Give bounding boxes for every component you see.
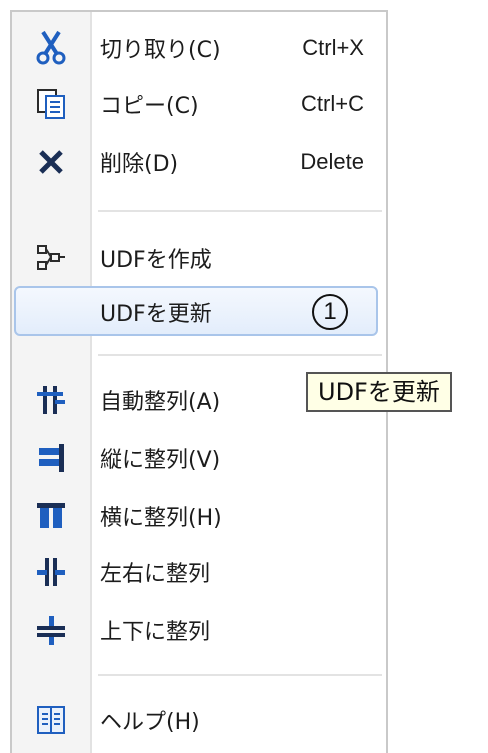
menu-item-label: UDFを作成	[100, 248, 212, 273]
menu-item-label: 横に整列(H)	[100, 506, 222, 531]
menu-item-label: 上下に整列	[100, 620, 211, 645]
menu-item-label: 縦に整列(V)	[100, 448, 221, 473]
menu-item-help[interactable]: ヘルプ(H)	[12, 692, 386, 748]
menu-separator	[98, 354, 382, 356]
menu-item-label: 左右に整列	[100, 562, 211, 587]
copy-icon	[32, 85, 70, 123]
align-horizontal-icon	[32, 497, 70, 535]
menu-item-align-horizontal[interactable]: 横に整列(H)	[12, 488, 386, 544]
delete-x-icon	[32, 143, 70, 181]
tooltip: UDFを更新	[306, 372, 452, 412]
auto-align-icon	[32, 381, 70, 419]
menu-item-udf-create[interactable]: UDFを作成	[12, 230, 386, 286]
menu-item-delete[interactable]: 削除(D) Delete	[12, 134, 386, 190]
scissors-icon	[32, 29, 70, 67]
menu-item-label: コピー(C)	[100, 94, 199, 119]
menu-item-label: 削除(D)	[100, 152, 179, 177]
align-top-bottom-icon	[32, 611, 70, 649]
udf-create-icon	[32, 239, 70, 277]
menu-separator	[98, 210, 382, 212]
menu-item-udf-update[interactable]: UDFを更新 1	[12, 284, 386, 340]
menu-item-align-top-bottom[interactable]: 上下に整列	[12, 602, 386, 658]
menu-item-align-vertical[interactable]: 縦に整列(V)	[12, 430, 386, 486]
menu-separator	[98, 674, 382, 676]
menu-item-shortcut: Ctrl+X	[302, 35, 364, 60]
menu-item-align-left-right[interactable]: 左右に整列	[12, 544, 386, 600]
menu-item-label: UDFを更新	[100, 302, 212, 327]
menu-item-label: ヘルプ(H)	[100, 710, 200, 735]
callout-number-badge: 1	[312, 294, 348, 330]
align-left-right-icon	[32, 553, 70, 591]
menu-item-cut[interactable]: 切り取り(C) Ctrl+X	[12, 20, 386, 76]
help-icon	[32, 701, 70, 739]
menu-item-copy[interactable]: コピー(C) Ctrl+C	[12, 76, 386, 132]
align-vertical-icon	[32, 439, 70, 477]
menu-item-label: 自動整列(A)	[100, 390, 221, 415]
menu-item-label: 切り取り(C)	[100, 38, 221, 63]
menu-item-shortcut: Delete	[300, 149, 364, 174]
menu-item-shortcut: Ctrl+C	[301, 91, 364, 116]
